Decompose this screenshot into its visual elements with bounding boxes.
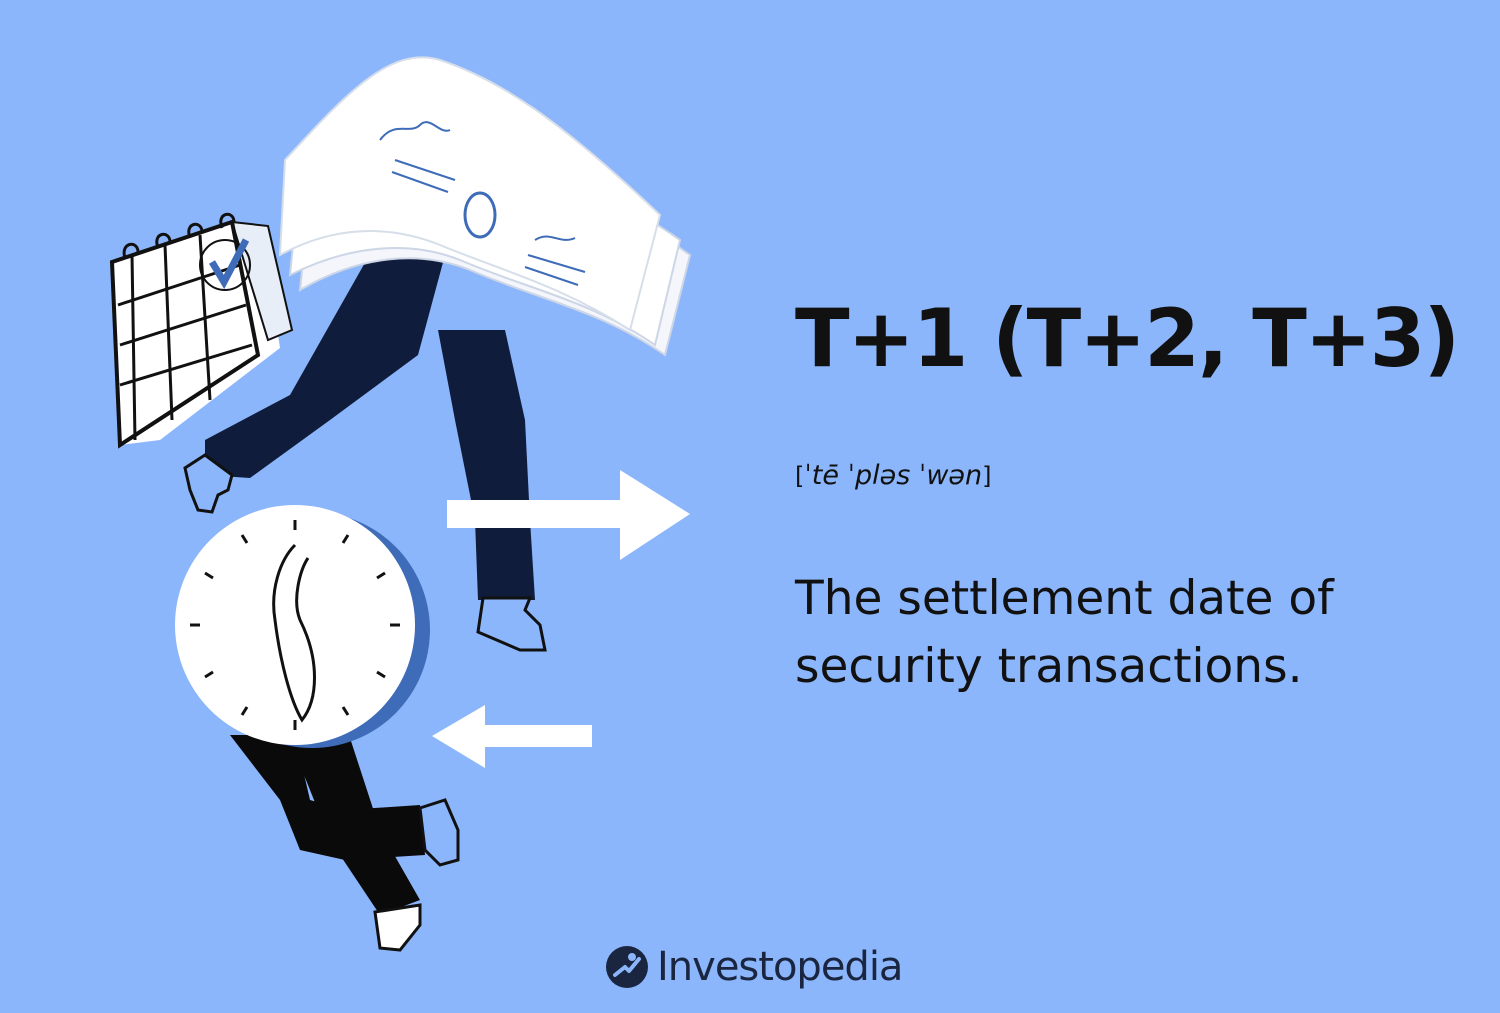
investopedia-logo-icon [606, 946, 648, 988]
lower-figure-legs [230, 735, 460, 952]
brand-name: Investopedia [657, 944, 903, 990]
term-definition: The settlement date of security transact… [795, 571, 1334, 694]
brand-logo: Investopedia [605, 944, 903, 990]
pronunciation-bracket-open: [ [795, 462, 805, 490]
pronunciation: [ˈtē ˈpləs ˈwən] [795, 460, 992, 491]
clock-icon [175, 505, 430, 748]
term-title: T+1 (T+2, T+3) [795, 292, 1460, 385]
pronunciation-text: ˈtē ˈpləs ˈwən [804, 460, 983, 491]
pronunciation-bracket-close: ] [982, 462, 992, 490]
arrow-left-icon [432, 705, 592, 768]
illustration [109, 56, 692, 952]
